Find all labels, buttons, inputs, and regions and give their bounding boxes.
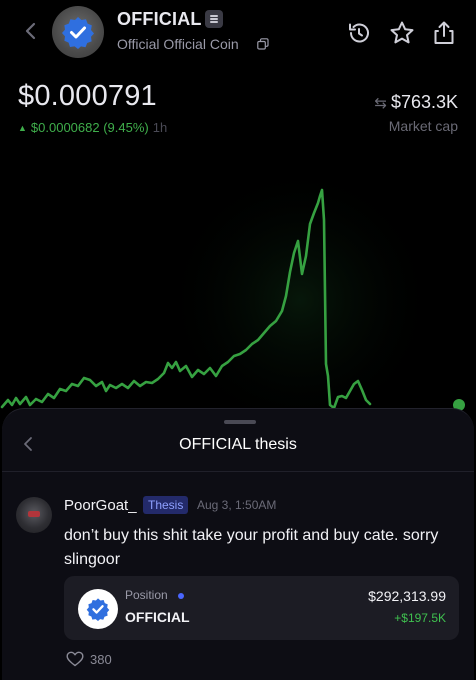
position-card[interactable]: Position OFFICIAL $292,313.99 +$197.5K: [64, 576, 459, 640]
star-icon[interactable]: [389, 20, 415, 46]
price-value: $0.000791: [18, 80, 157, 112]
timeframe-label[interactable]: 1h: [153, 120, 167, 135]
chart-glow: [150, 180, 450, 420]
market-cap-label: Market cap: [388, 118, 458, 134]
position-ticker: OFFICIAL: [125, 609, 190, 625]
price-change: ▲ $0.0000682 (9.45%) 1h: [18, 120, 167, 135]
position-pnl: +$197.5K: [394, 611, 446, 625]
position-status-dot: [178, 593, 184, 599]
position-value: $292,313.99: [368, 588, 446, 604]
sheet-grabber[interactable]: [224, 420, 256, 424]
coin-ticker: OFFICIAL: [117, 9, 202, 29]
post-username[interactable]: PoorGoat_: [64, 497, 137, 514]
coin-logo: [52, 6, 104, 58]
position-coin-logo: [78, 589, 118, 629]
post-timestamp: Aug 3, 1:50AM: [197, 498, 277, 512]
back-chevron-icon[interactable]: [20, 18, 42, 44]
coin-header: OFFICIAL Official Official Coin: [0, 0, 476, 66]
sheet-title: OFFICIAL thesis: [179, 436, 297, 453]
heart-icon[interactable]: [66, 651, 84, 667]
price-chart[interactable]: [0, 150, 476, 420]
divider: [2, 471, 474, 472]
coin-name: Official Official Coin: [117, 36, 239, 52]
swap-icon: ⇆: [374, 95, 387, 112]
position-label: Position: [125, 588, 168, 602]
history-icon[interactable]: [346, 20, 372, 46]
share-icon[interactable]: [431, 20, 457, 46]
copy-icon[interactable]: [257, 38, 269, 50]
market-cap[interactable]: ⇆ $763.3K: [374, 92, 458, 113]
price-change-text: $0.0000682 (9.45%): [30, 120, 149, 135]
verified-badge-icon: [86, 598, 110, 621]
post-text: don’t buy this shit take your profit and…: [64, 527, 439, 568]
market-cap-value: $763.3K: [390, 92, 458, 112]
verified-badge-icon: [62, 17, 94, 49]
avatar[interactable]: [16, 497, 52, 533]
thesis-sheet: OFFICIAL thesis PoorGoat_ Thesis Aug 3, …: [2, 408, 474, 680]
menu-icon[interactable]: [205, 10, 223, 28]
thesis-badge: Thesis: [143, 496, 189, 514]
triangle-up-icon: ▲: [18, 123, 27, 133]
like-count: 380: [90, 652, 112, 667]
